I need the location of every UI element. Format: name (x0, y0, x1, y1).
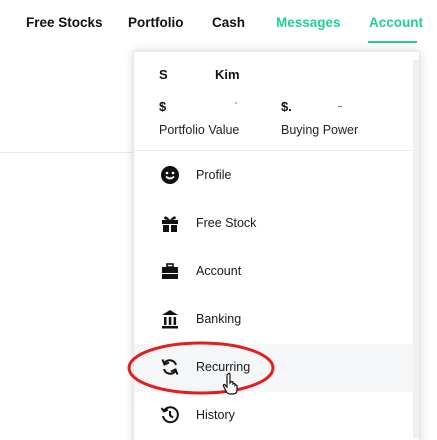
menu-item-free-stock[interactable]: Free Stock (134, 200, 419, 248)
bank-icon (160, 309, 180, 329)
user-name-prefix: S (159, 67, 168, 82)
nav-portfolio[interactable]: Portfolio (128, 15, 184, 30)
nav-messages[interactable]: Messages (276, 15, 341, 30)
briefcase-icon (160, 261, 180, 281)
portfolio-value: $ (159, 99, 167, 114)
redacted-value-mark (235, 102, 237, 104)
nav-account[interactable]: Account (369, 15, 423, 30)
account-dropdown: S Kim $ $. Portfolio Value Buying Power … (133, 51, 420, 440)
menu-divider (134, 150, 419, 151)
menu-item-label: Account (196, 264, 242, 278)
top-navigation: Free Stocks Portfolio Cash Messages Acco… (0, 0, 437, 44)
menu-item-label: Profile (196, 168, 232, 182)
smiley-icon (160, 165, 180, 185)
menu-item-history[interactable]: History (134, 392, 419, 440)
active-nav-indicator (368, 41, 417, 43)
buying-power-label: Buying Power (281, 123, 359, 137)
menu-item-profile[interactable]: Profile (134, 152, 419, 200)
menu-item-recurring[interactable]: Recurring (134, 344, 419, 392)
nav-cash[interactable]: Cash (212, 15, 245, 30)
user-name: Kim (215, 67, 240, 82)
redacted-value-mark (338, 106, 342, 107)
menu-item-label: History (196, 408, 235, 422)
menu-item-account[interactable]: Account (134, 248, 419, 296)
page-divider (0, 152, 137, 153)
history-icon (160, 405, 180, 425)
portfolio-value-label: Portfolio Value (159, 123, 240, 137)
menu-item-label: Free Stock (196, 216, 257, 230)
refresh-icon (160, 357, 180, 377)
gift-icon (160, 213, 180, 233)
menu-item-banking[interactable]: Banking (134, 296, 419, 344)
dropdown-scrollbar[interactable] (413, 60, 419, 438)
menu-item-label: Recurring (196, 360, 251, 374)
nav-free-stocks[interactable]: Free Stocks (26, 15, 103, 30)
buying-power-value: $. (281, 99, 292, 114)
menu-item-label: Banking (196, 312, 242, 326)
